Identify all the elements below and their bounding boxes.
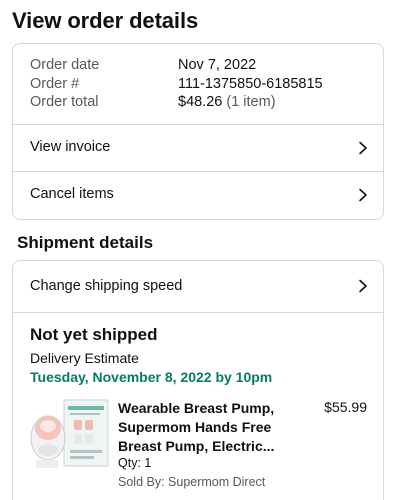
product-price: $55.99 — [324, 399, 367, 415]
cancel-items-label: Cancel items — [30, 186, 114, 202]
chevron-right-icon — [356, 279, 370, 293]
order-item-count: (1 item) — [226, 94, 276, 110]
shipment-status: Not yet shipped — [30, 325, 158, 344]
order-total-value: $48.26 (1 item) — [178, 94, 276, 110]
order-total-amount: $48.26 — [178, 94, 223, 110]
order-total-label: Order total — [30, 94, 99, 110]
product-name-line: Breast Pump, Electric... — [118, 438, 275, 454]
chevron-right-icon — [356, 141, 370, 155]
delivery-estimate-date: Tuesday, November 8, 2022 by 10pm — [30, 369, 273, 385]
product-name-line: Wearable Breast Pump, — [118, 400, 275, 416]
change-shipping-speed-label: Change shipping speed — [30, 278, 183, 294]
divider — [13, 312, 383, 313]
shipment-card: Change shipping speed Not yet shipped De… — [12, 260, 384, 500]
order-date-value: Nov 7, 2022 — [178, 57, 257, 73]
view-invoice-label: View invoice — [30, 139, 111, 155]
order-summary-card: Order date Nov 7, 2022 Order # 111-13758… — [12, 43, 384, 220]
product-thumbnail[interactable] — [30, 398, 112, 472]
order-number-label: Order # — [30, 76, 80, 92]
shipment-section-title: Shipment details — [17, 233, 154, 252]
page-title: View order details — [12, 8, 199, 33]
product-name[interactable]: Wearable Breast Pump, Supermom Hands Fre… — [118, 399, 298, 456]
order-number-value: 111-1375850-6185815 — [178, 76, 323, 92]
cancel-items-row[interactable]: Cancel items — [13, 171, 383, 218]
delivery-estimate-label: Delivery Estimate — [30, 350, 139, 366]
order-date-label: Order date — [30, 57, 100, 73]
view-invoice-row[interactable]: View invoice — [13, 124, 383, 171]
change-shipping-speed-row[interactable]: Change shipping speed — [13, 261, 383, 312]
product-quantity: Qty: 1 — [118, 456, 152, 470]
product-seller: Sold By: Supermom Direct — [118, 475, 266, 489]
chevron-right-icon — [356, 188, 370, 202]
product-name-line: Supermom Hands Free — [118, 419, 272, 435]
